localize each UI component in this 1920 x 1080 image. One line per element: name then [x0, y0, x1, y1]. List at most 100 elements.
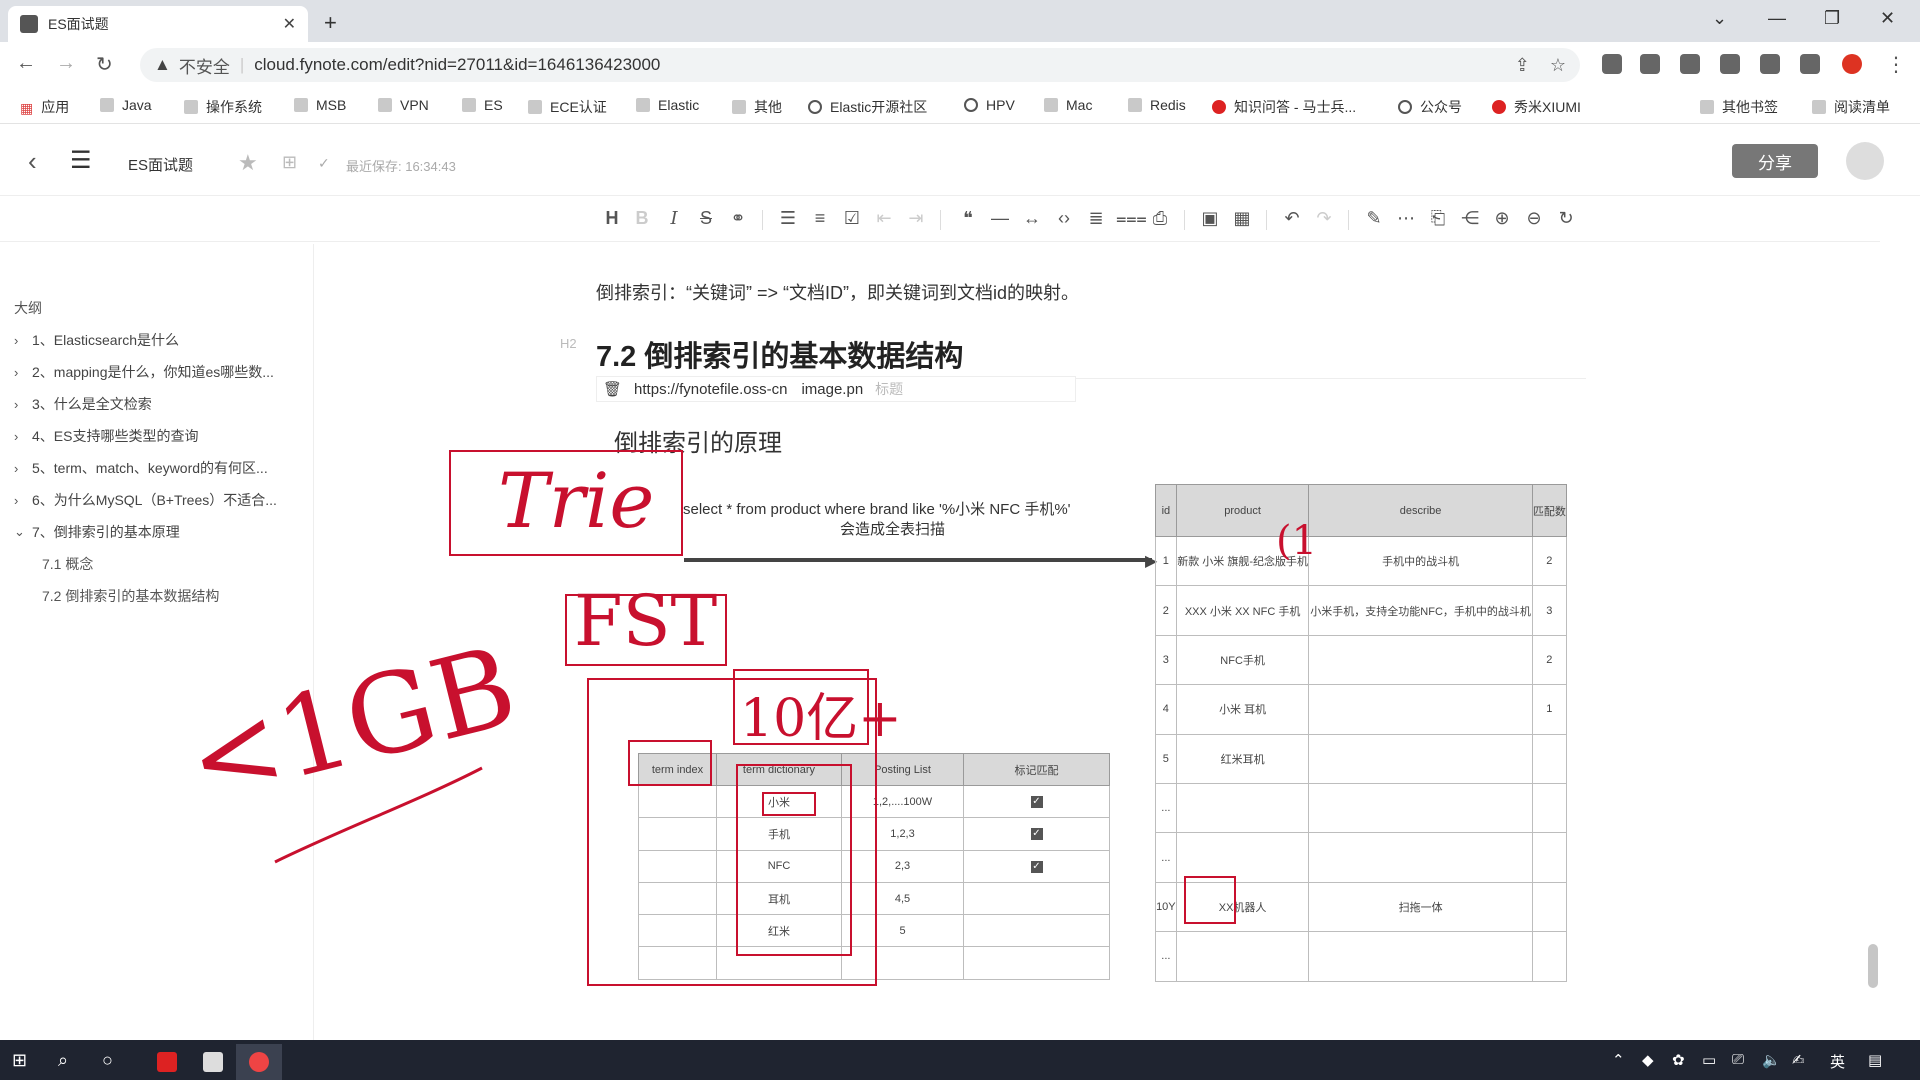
bookmark-folder[interactable]: Redis: [1128, 97, 1186, 113]
share-button[interactable]: 分享: [1732, 144, 1818, 178]
image-url[interactable]: https://fynotefile.oss-cn: [634, 381, 787, 398]
extension-icon-3[interactable]: [1720, 54, 1740, 74]
maximize-icon[interactable]: ❐: [1824, 8, 1840, 29]
italic-icon[interactable]: I: [662, 208, 686, 229]
paragraph-text[interactable]: 倒排索引：“关键词” => “文档ID”，即关键词到文档id的映射。: [596, 279, 1079, 305]
tray-app-icon[interactable]: ✿: [1672, 1051, 1685, 1069]
indent-icon[interactable]: ⇥: [904, 208, 928, 229]
inline-code-icon[interactable]: ↔: [1020, 208, 1044, 229]
tray-app-icon[interactable]: ◆: [1642, 1051, 1654, 1069]
outdent-icon[interactable]: ⇤: [872, 208, 896, 229]
extensions-puzzle-icon[interactable]: [1800, 54, 1820, 74]
more-icon[interactable]: ⋯: [1394, 208, 1418, 229]
numbered-list-icon[interactable]: ≡: [808, 208, 832, 229]
minimize-icon[interactable]: —: [1768, 8, 1786, 29]
favorite-star-icon[interactable]: ★: [238, 150, 258, 176]
translate-icon[interactable]: [1680, 54, 1700, 74]
code-block-icon[interactable]: ‹›: [1052, 208, 1076, 229]
doc-title[interactable]: ES面试题: [128, 154, 193, 175]
outline-item[interactable]: › 4、ES支持哪些类型的查询: [14, 426, 198, 446]
image-name[interactable]: image.pn: [801, 381, 863, 398]
quote-icon[interactable]: ❝: [956, 208, 980, 229]
volume-icon[interactable]: 🔈: [1762, 1051, 1781, 1069]
link-icon[interactable]: ⚭: [726, 208, 750, 229]
strikethrough-icon[interactable]: S: [694, 208, 718, 229]
outline-subitem[interactable]: 7.2 倒排索引的基本数据结构: [42, 586, 219, 606]
tray-up-arrow-icon[interactable]: ⌃: [1612, 1051, 1625, 1069]
taskbar-app[interactable]: [190, 1044, 236, 1080]
taskbar-app-browser[interactable]: [236, 1044, 282, 1080]
chevron-right-icon[interactable]: ›: [14, 461, 32, 476]
profile-icon[interactable]: [1842, 54, 1862, 74]
window-close-icon[interactable]: ✕: [1880, 8, 1895, 29]
chevron-right-icon[interactable]: ›: [14, 397, 32, 412]
bookmark-star-icon[interactable]: ☆: [1550, 55, 1566, 76]
zoom-out-icon[interactable]: ⊖: [1522, 208, 1546, 229]
address-bar[interactable]: ▲ 不安全 | cloud.fynote.com/edit?nid=27011&…: [140, 48, 1580, 82]
image-caption-input[interactable]: 标题: [875, 379, 903, 399]
bookmark-folder[interactable]: VPN: [378, 97, 429, 113]
bookmark-folder[interactable]: Elastic: [636, 97, 699, 113]
tab-search-icon[interactable]: ⌄: [1712, 8, 1727, 29]
trash-icon[interactable]: 🗑: [603, 380, 622, 398]
close-tab-icon[interactable]: ✕: [283, 14, 296, 34]
windows-start-icon[interactable]: ⊞: [12, 1050, 27, 1071]
redo-icon[interactable]: ↷: [1312, 208, 1336, 229]
bookmark-folder[interactable]: 其他: [732, 97, 782, 117]
bookmark-folder[interactable]: 操作系统: [184, 97, 262, 117]
outline-item[interactable]: › 1、Elasticsearch是什么: [14, 330, 179, 350]
chevron-right-icon[interactable]: ›: [14, 493, 32, 508]
move-folder-icon[interactable]: ⊞: [282, 152, 297, 173]
outline-item-expanded[interactable]: ⌄ 7、倒排索引的基本原理: [14, 522, 180, 542]
user-avatar[interactable]: [1846, 142, 1884, 180]
horizontal-rule-icon[interactable]: —: [988, 208, 1012, 229]
bookmark-folder[interactable]: ECE认证: [528, 97, 607, 117]
chevron-right-icon[interactable]: ›: [14, 429, 32, 444]
format-icon[interactable]: ⩶: [1116, 208, 1147, 229]
bookmark-link[interactable]: Elastic开源社区: [808, 97, 927, 117]
bookmark-folder[interactable]: Java: [100, 97, 152, 113]
zoom-in-icon[interactable]: ⊕: [1490, 208, 1514, 229]
bold-icon[interactable]: B: [630, 208, 654, 229]
bookmark-folder[interactable]: MSB: [294, 97, 346, 113]
pen-tray-icon[interactable]: ✍: [1792, 1051, 1805, 1069]
embed-icon[interactable]: ⎙: [1148, 208, 1172, 229]
extension-icon-4[interactable]: [1760, 54, 1780, 74]
browser-menu-icon[interactable]: ⋮: [1886, 52, 1906, 77]
heading-icon[interactable]: H: [600, 208, 624, 229]
bullet-list-icon[interactable]: ☰: [776, 208, 800, 229]
task-view-icon[interactable]: ○: [102, 1050, 113, 1071]
reading-list[interactable]: 阅读清单: [1812, 97, 1890, 117]
outline-item[interactable]: › 6、为什么MySQL（B+Trees）不适合...: [14, 490, 277, 510]
bookmark-folder[interactable]: Mac: [1044, 97, 1092, 113]
undo-icon[interactable]: ↶: [1280, 208, 1304, 229]
menu-icon[interactable]: ☰: [70, 146, 92, 175]
outline-item[interactable]: › 3、什么是全文检索: [14, 394, 152, 414]
reload-icon[interactable]: ↻: [96, 52, 113, 77]
refresh-icon[interactable]: ↻: [1554, 208, 1578, 229]
ime-indicator[interactable]: 英: [1830, 1051, 1845, 1072]
search-icon[interactable]: ⌕: [58, 1050, 68, 1071]
bookmark-other[interactable]: 其他书签: [1700, 97, 1778, 117]
editor-scrollbar[interactable]: [1868, 944, 1878, 988]
extension-icon-1[interactable]: [1602, 54, 1622, 74]
history-icon[interactable]: ⎗: [1426, 208, 1450, 229]
outline-item[interactable]: › 5、term、match、keyword的有何区...: [14, 458, 268, 478]
new-tab-button[interactable]: +: [324, 10, 337, 36]
chevron-right-icon[interactable]: ›: [14, 365, 32, 380]
url-text[interactable]: cloud.fynote.com/edit?nid=27011&id=16461…: [254, 55, 660, 75]
outline-subitem[interactable]: 7.1 概念: [42, 554, 93, 574]
bookmark-link[interactable]: 知识问答 - 马士兵...: [1212, 97, 1356, 117]
taskbar-app[interactable]: [144, 1044, 190, 1080]
pen-icon[interactable]: ✎: [1362, 208, 1386, 229]
extension-icon-2[interactable]: [1640, 54, 1660, 74]
chevron-down-icon[interactable]: ⌄: [14, 524, 32, 540]
bookmark-link[interactable]: 公众号: [1398, 97, 1462, 117]
network-icon[interactable]: ⎚: [1732, 1051, 1744, 1068]
bookmark-apps[interactable]: ▦ 应用: [20, 97, 69, 117]
browser-tab[interactable]: ES面试题 ✕: [8, 6, 308, 42]
back-arrow-icon[interactable]: ‹: [28, 146, 37, 177]
notifications-icon[interactable]: ▤: [1868, 1051, 1882, 1069]
image-icon[interactable]: ▣: [1198, 208, 1222, 229]
battery-icon[interactable]: ▭: [1702, 1051, 1716, 1069]
